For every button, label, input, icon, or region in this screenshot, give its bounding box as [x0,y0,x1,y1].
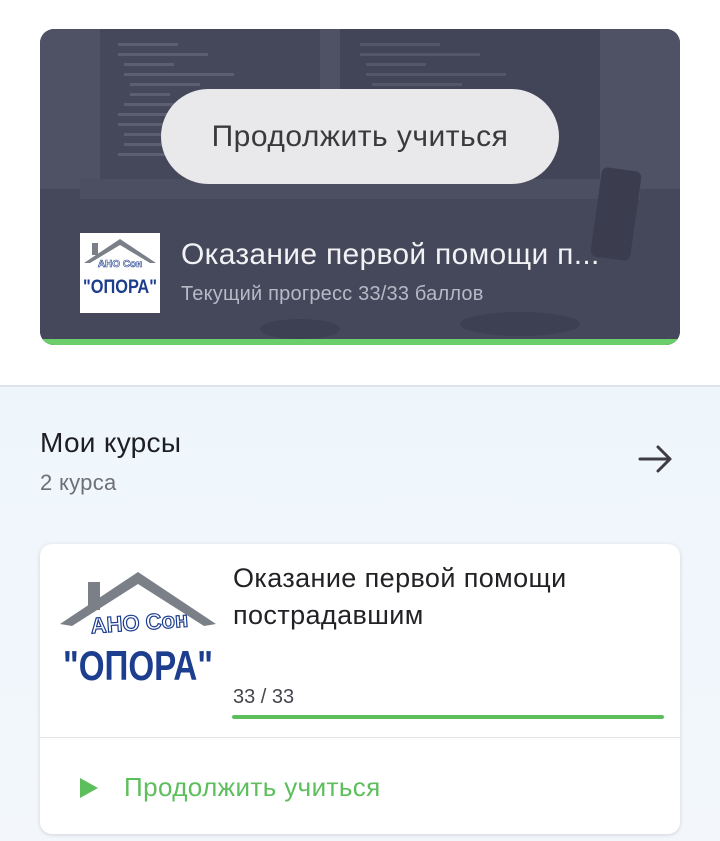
my-courses-count: 2 курса [40,470,117,495]
my-courses-section: Мои курсы 2 курса АНО Сон "ОПОРА" Оказан… [0,387,720,841]
current-progress-text: Текущий прогресс 33/33 баллов [181,283,484,305]
continue-learning-card[interactable]: Продолжить учиться АНО Сон "ОПОРА" Оказа… [40,29,680,345]
continue-learning-section: Продолжить учиться АНО Сон "ОПОРА" Оказа… [0,0,720,386]
course-progress-fill [232,715,664,719]
hero-progress-bar [40,339,680,345]
course-progress-bar [232,715,664,719]
course-score: 33 / 33 [233,686,295,708]
course-title: Оказание первой помощи пострадавшим [233,563,567,630]
logo-top-text: АНО Сон [98,259,142,270]
current-course-title: Оказание первой помощи п... [181,238,600,271]
play-icon [80,778,98,798]
course-continue-label: Продолжить учиться [124,772,381,802]
logo-main-text: "ОПОРА" [83,277,157,298]
course-continue-button[interactable]: Продолжить учиться [40,738,680,834]
opora-logo: АНО Сон "ОПОРА" [54,558,222,726]
opora-logo: АНО Сон "ОПОРА" [80,233,160,313]
continue-learning-button[interactable]: Продолжить учиться [161,89,559,184]
course-card[interactable]: АНО Сон "ОПОРА" Оказание первой помощи п… [40,544,680,834]
logo-main-text: "ОПОРА" [63,642,213,689]
arrow-right-icon[interactable] [636,441,676,477]
my-courses-title: Мои курсы [40,427,182,458]
